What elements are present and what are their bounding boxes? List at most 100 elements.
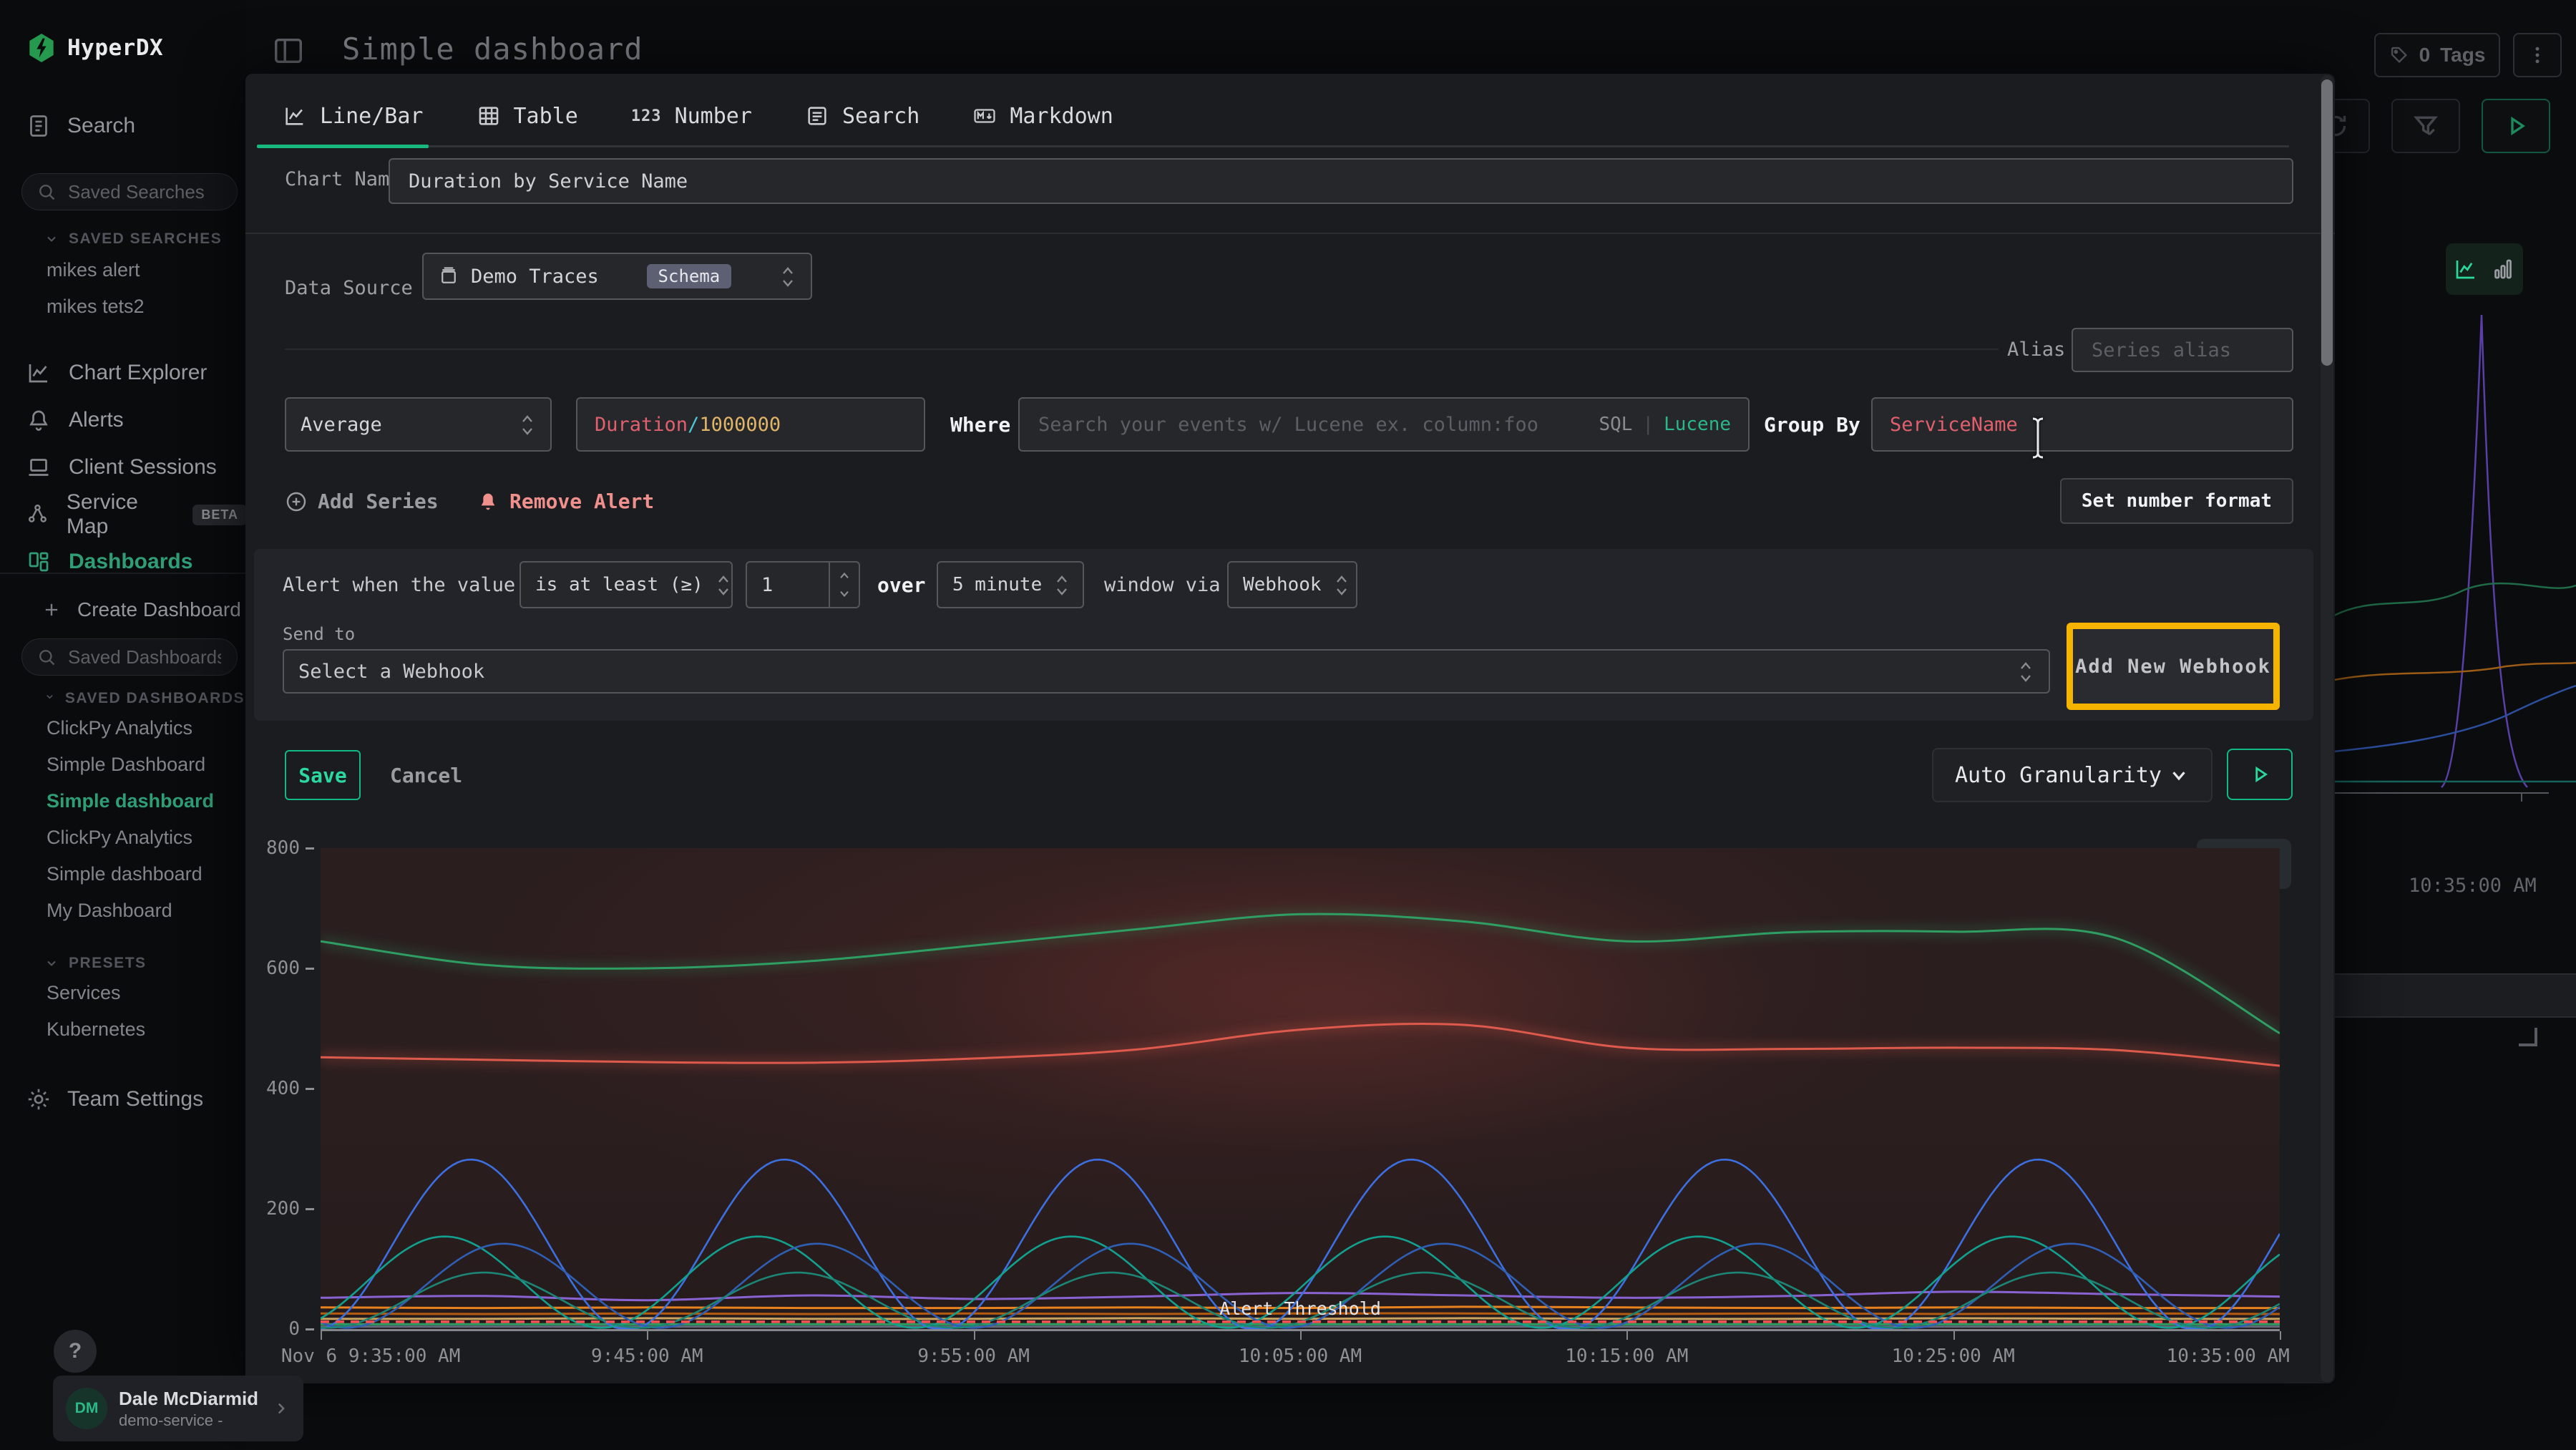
aggregation-select[interactable]: Average: [285, 397, 552, 452]
presets-list: ServicesKubernetes: [0, 975, 247, 1048]
saved-dashboard-item[interactable]: Simple dashboard: [0, 856, 247, 892]
data-source-select[interactable]: Demo Traces Schema: [422, 253, 812, 300]
chart-name-label: Chart Name: [285, 168, 401, 190]
remove-alert-button[interactable]: Remove Alert: [477, 490, 654, 513]
beta-badge: BETA: [192, 505, 247, 525]
page-title: Simple dashboard: [342, 31, 643, 67]
number-spinner[interactable]: [829, 563, 859, 607]
list-doc-icon: [805, 104, 829, 128]
saved-dashboards-section[interactable]: SAVED DASHBOARDS: [44, 690, 245, 707]
chart-series: Alert Threshold: [321, 848, 2280, 1329]
alias-input[interactable]: [2072, 328, 2293, 372]
sql-toggle[interactable]: SQL: [1599, 414, 1632, 435]
collapse-sidebar-icon[interactable]: [272, 34, 305, 67]
app-root: HyperDX Search SAVED SEARCHES mikes aler…: [0, 0, 2576, 1450]
sidebar-item-dashboards[interactable]: Dashboards: [0, 538, 247, 585]
user-name: Dale McDiarmid: [119, 1388, 260, 1410]
saved-dashboards-input[interactable]: [21, 638, 238, 676]
alert-threshold-input[interactable]: 1: [746, 561, 860, 608]
help-button[interactable]: ?: [54, 1330, 97, 1373]
resize-corner-icon[interactable]: [2519, 1028, 2537, 1046]
sidebar-item-team-settings[interactable]: Team Settings: [26, 1086, 203, 1112]
user-subtitle: demo-service -: [119, 1411, 260, 1430]
lucene-toggle[interactable]: Lucene: [1664, 414, 1731, 435]
bell-filled-icon: [477, 490, 499, 513]
saved-dashboard-item[interactable]: Simple dashboard: [0, 783, 247, 819]
field-operator: /: [688, 414, 699, 436]
modal-scrollbar[interactable]: [2321, 75, 2333, 1382]
alert-window-select[interactable]: 5 minute: [937, 561, 1084, 608]
sidebar-item-chart-explorer[interactable]: Chart Explorer: [0, 349, 247, 396]
select-chevrons-icon: [1333, 573, 1350, 596]
x-tick-label: 9:55:00 AM: [917, 1346, 1030, 1367]
x-tick: [2280, 1331, 2281, 1340]
alert-comparator-select[interactable]: is at least (≥): [519, 561, 733, 608]
tab-search[interactable]: Search: [805, 104, 919, 129]
x-tick-label: 10:35:00 AM: [2167, 1346, 2290, 1367]
user-menu[interactable]: DM Dale McDiarmid demo-service -: [53, 1376, 303, 1441]
avatar: DM: [66, 1388, 107, 1429]
chart-type-tabs: Line/Bar Table 123 Number Search: [283, 89, 1113, 142]
active-tab-indicator: [257, 145, 429, 148]
series-divider: [285, 349, 1999, 350]
background-panel: [2334, 973, 2576, 1018]
cancel-button[interactable]: Cancel: [390, 750, 462, 800]
add-new-webhook-button[interactable]: Add New Webhook: [2067, 623, 2280, 710]
sidebar-item-search[interactable]: Search: [26, 113, 135, 139]
saved-search-item[interactable]: mikes alert: [0, 252, 247, 288]
where-search-input[interactable]: SQL | Lucene: [1018, 397, 1750, 452]
x-tick: [974, 1331, 975, 1340]
more-options-button[interactable]: [2513, 33, 2562, 77]
schema-badge[interactable]: Schema: [647, 264, 732, 288]
saved-searches-field[interactable]: [67, 180, 223, 204]
tab-number[interactable]: 123 Number: [631, 104, 752, 129]
group-by-input[interactable]: ServiceName: [1871, 397, 2293, 452]
sidebar-item-service-map[interactable]: Service Map BETA: [0, 491, 247, 538]
create-dashboard-button[interactable]: Create Dashboard: [42, 598, 241, 621]
sidebar-item-alerts[interactable]: Alerts: [0, 396, 247, 444]
y-tick-label: 200: [266, 1198, 314, 1220]
saved-searches-input[interactable]: [21, 173, 238, 210]
scrollbar-thumb[interactable]: [2321, 79, 2333, 366]
chart-line-icon: [26, 360, 52, 386]
tags-label: Tags: [2440, 44, 2485, 67]
tab-table[interactable]: Table: [477, 104, 578, 129]
sidebar: HyperDX Search SAVED SEARCHES mikes aler…: [0, 0, 247, 1450]
tab-line-bar[interactable]: Line/Bar: [283, 104, 424, 129]
saved-dashboard-item[interactable]: ClickPy Analytics: [0, 819, 247, 856]
x-tick: [647, 1331, 648, 1340]
save-button[interactable]: Save: [285, 750, 361, 800]
field-expression-input[interactable]: Duration/1000000: [576, 397, 925, 452]
tag-icon: [2389, 45, 2409, 65]
saved-dashboard-item[interactable]: ClickPy Analytics: [0, 710, 247, 746]
saved-dashboard-item[interactable]: My Dashboard: [0, 892, 247, 929]
saved-dashboard-item[interactable]: Simple Dashboard: [0, 746, 247, 783]
granularity-select[interactable]: Auto Granularity: [1932, 748, 2212, 802]
saved-dashboards-field[interactable]: [67, 646, 223, 669]
saved-dashboard-item[interactable]: Services: [0, 975, 247, 1011]
alert-channel-select[interactable]: Webhook: [1227, 561, 1357, 608]
select-chevrons-icon: [715, 573, 732, 596]
x-tick: [321, 1331, 322, 1340]
chart-name-input[interactable]: [389, 158, 2293, 204]
y-axis-labels: 8006004002000: [245, 848, 314, 1329]
saved-dashboard-item[interactable]: Kubernetes: [0, 1011, 247, 1048]
select-chevrons-icon: [2017, 660, 2034, 683]
saved-searches-section[interactable]: SAVED SEARCHES: [44, 230, 222, 248]
preview-run-button[interactable]: [2227, 749, 2293, 800]
add-series-button[interactable]: Add Series: [285, 490, 439, 513]
tags-button[interactable]: 0 Tags: [2374, 33, 2500, 77]
divider: [245, 233, 2335, 234]
edit-chart-modal: Line/Bar Table 123 Number Search: [245, 74, 2335, 1383]
presets-section[interactable]: PRESETS: [44, 955, 147, 972]
saved-search-item[interactable]: mikes tets2: [0, 288, 247, 325]
logo[interactable]: HyperDX: [27, 32, 163, 64]
database-icon: [438, 266, 459, 287]
x-tick-label: 10:05:00 AM: [1239, 1346, 1362, 1367]
tab-markdown[interactable]: Markdown: [972, 104, 1113, 129]
laptop-icon: [26, 454, 52, 480]
sidebar-item-client-sessions[interactable]: Client Sessions: [0, 444, 247, 491]
webhook-select[interactable]: Select a Webhook: [283, 649, 2050, 694]
set-number-format-button[interactable]: Set number format: [2060, 478, 2293, 524]
window-via-label: window via: [1104, 574, 1221, 596]
